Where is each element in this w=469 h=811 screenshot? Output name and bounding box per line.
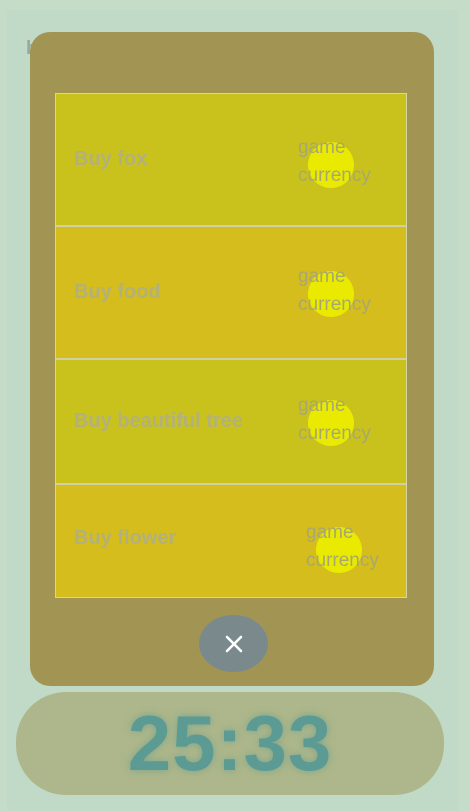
shop-item-tree[interactable]: Buy beautiful tree game currency: [56, 360, 406, 485]
shop-item-label: Buy flower: [74, 527, 177, 549]
shop-item-fox[interactable]: Buy fox game currency: [56, 94, 406, 227]
shop-item-price: game currency: [298, 134, 398, 200]
timer-display: 25:33: [127, 699, 333, 787]
timer-bar: 25:33: [16, 692, 444, 795]
shop-item-label: Buy beautiful tree: [74, 410, 243, 432]
price-label: game currency: [298, 137, 371, 186]
shop-item-label: Buy food: [74, 281, 161, 303]
shop-list: Buy fox game currency Buy food game curr…: [55, 93, 407, 598]
close-icon: [225, 635, 242, 652]
shop-item-price: game currency: [306, 519, 406, 585]
shop-item-food[interactable]: Buy food game currency: [56, 227, 406, 360]
price-label: game currency: [298, 395, 371, 444]
shop-item-price: game currency: [298, 263, 398, 329]
price-label: game currency: [298, 266, 371, 315]
shop-item-price: game currency: [298, 392, 398, 458]
shop-item-label: Buy fox: [74, 148, 148, 170]
close-button[interactable]: [199, 615, 268, 672]
price-label: game currency: [306, 522, 379, 571]
shop-item-flower[interactable]: Buy flower game currency: [56, 485, 406, 597]
